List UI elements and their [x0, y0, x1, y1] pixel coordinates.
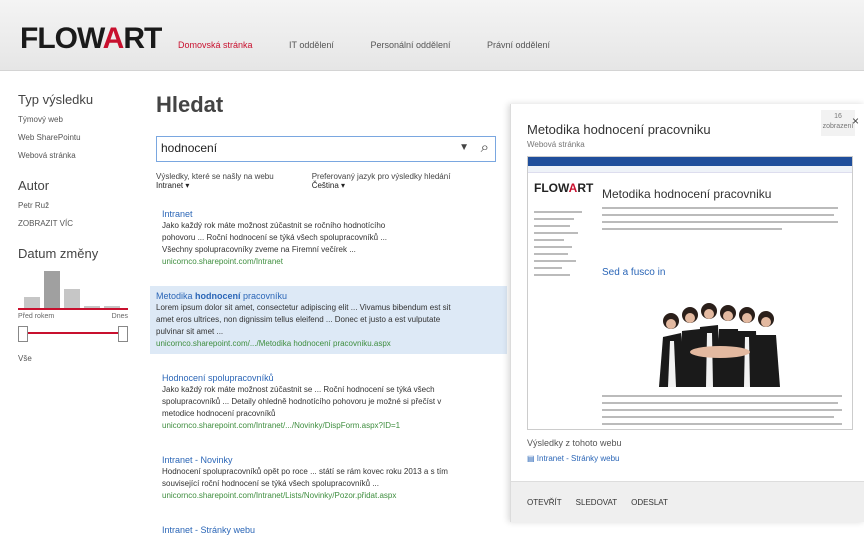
result-title-part: Metodika — [156, 291, 196, 301]
result-desc: metodice hodnocení pracovníků — [162, 409, 276, 418]
result-title-highlight: hodnocení — [195, 291, 241, 301]
histogram-bar — [44, 271, 60, 309]
page-thumbnail[interactable]: FLOWART Metodika hodnocení pracovniku Se… — [527, 156, 853, 430]
refiner-type-item[interactable]: Webová stránka — [18, 151, 138, 160]
page-title: Hledat — [156, 92, 224, 117]
nav-hr[interactable]: Personální oddělení — [370, 40, 450, 50]
nav-it[interactable]: IT oddělení — [289, 40, 334, 50]
search-input[interactable] — [157, 137, 455, 159]
preview-subtitle: Webová stránka — [527, 140, 585, 149]
thumb-text — [602, 395, 842, 429]
views-label: zobrazení — [822, 123, 854, 130]
thumb-title: Metodika hodnocení pracovniku — [602, 187, 772, 201]
top-bar: FLOWART Domovská stránka IT oddělení Per… — [0, 0, 864, 71]
page-icon: ▤ — [527, 454, 535, 463]
slider-handle-right[interactable] — [118, 326, 128, 342]
views-count: 16 — [834, 113, 842, 120]
result-desc: Jako každý rok máte možnost zúčastnit se… — [162, 221, 386, 230]
result-item[interactable]: Intranet - Novinky Hodnocení spolupracov… — [156, 450, 501, 506]
hover-preview-panel: Metodika hodnocení pracovniku Webová str… — [510, 104, 864, 522]
result-url: unicornco.sharepoint.com/Intranet/Lists/… — [162, 491, 397, 500]
logo[interactable]: FLOWART — [20, 22, 162, 56]
send-button[interactable]: ODESLAT — [631, 498, 668, 507]
thumb-text — [602, 207, 838, 235]
team-photo — [656, 297, 786, 387]
slider-track — [22, 332, 124, 334]
result-url: unicornco.sharepoint.com/.../Metodika ho… — [156, 339, 391, 348]
date-to-label: Dnes — [111, 313, 128, 320]
date-all-label[interactable]: Vše — [18, 354, 138, 363]
nav-legal[interactable]: Právní oddělení — [487, 40, 550, 50]
result-desc: Všechny spolupracovníky zveme na Firemní… — [162, 245, 356, 254]
refiner-type-item[interactable]: Web SharePointu — [18, 133, 138, 142]
result-url: unicornco.sharepoint.com/Intranet/.../No… — [162, 421, 401, 430]
thumb-ribbon — [528, 166, 852, 173]
logo-accent: A — [102, 22, 125, 55]
thumb-suite-bar — [528, 157, 852, 166]
related-link[interactable]: ▤ Intranet - Stránky webu — [527, 454, 620, 463]
result-title[interactable]: Metodika hodnocení pracovníku — [156, 290, 501, 302]
thumb-logo-end: RT — [577, 181, 594, 195]
scope-row: Výsledky, které se našly na webu Intrane… — [156, 172, 501, 190]
related-heading: Výsledky z tohoto webu — [527, 438, 622, 448]
refiner-type-heading: Typ výsledku — [18, 92, 94, 107]
scope-filter[interactable]: Výsledky, které se našly na webu Intrane… — [156, 172, 274, 190]
language-label: Preferovaný jazyk pro výsledky hledání — [311, 172, 451, 181]
views-badge: 16 zobrazení — [821, 110, 855, 136]
related-link-label: Intranet - Stránky webu — [536, 454, 620, 463]
close-icon[interactable]: × — [852, 114, 859, 128]
top-nav: Domovská stránka IT oddělení Personální … — [178, 40, 584, 50]
result-desc: spolupracovníků ... Detaily ohledně hodn… — [162, 397, 442, 406]
preview-actions: OTEVŘÍT SLEDOVAT ODESLAT — [511, 481, 864, 522]
search-main: Hledat ▼ ⌕ Výsledky, které se našly na w… — [150, 92, 507, 540]
result-item[interactable]: Intranet - Stránky webu — [156, 520, 501, 540]
result-item-selected[interactable]: Metodika hodnocení pracovníku Lorem ipsu… — [150, 286, 507, 354]
result-desc: pohovoru ... Roční hodnocení se týká vše… — [162, 233, 388, 242]
nav-home[interactable]: Domovská stránka — [178, 40, 253, 50]
result-title[interactable]: Intranet - Novinky — [162, 454, 495, 466]
thumb-logo: FLOWART — [534, 181, 593, 195]
date-histogram — [18, 269, 128, 310]
result-url: unicornco.sharepoint.com/Intranet — [162, 257, 283, 266]
slider-handle-left[interactable] — [18, 326, 28, 342]
chevron-down-icon[interactable]: ▼ — [459, 142, 469, 153]
thumb-sidebar — [534, 211, 586, 281]
histogram-bar — [64, 289, 80, 309]
thumb-link: Sed a fusco in — [602, 267, 666, 278]
result-title[interactable]: Hodnocení spolupracovníků — [162, 372, 495, 384]
scope-label: Výsledky, které se našly na webu — [156, 172, 274, 181]
result-item[interactable]: Intranet Jako každý rok máte možnost zúč… — [156, 204, 501, 272]
refiner-author-item[interactable]: Petr Ruž — [18, 201, 138, 210]
refiner-author-heading: Autor — [18, 178, 50, 193]
result-desc: Hodnocení spolupracovníků opět po roce .… — [162, 467, 448, 476]
result-desc: související roční hodnocení se týká všec… — [162, 479, 380, 488]
preview-title: Metodika hodnocení pracovniku — [527, 122, 711, 137]
language-value: Čeština — [311, 181, 339, 190]
result-title[interactable]: Intranet — [162, 208, 495, 220]
follow-button[interactable]: SLEDOVAT — [576, 498, 618, 507]
logo-end: RT — [123, 22, 162, 55]
search-box: ▼ ⌕ — [156, 136, 496, 162]
logo-main: FLOW — [20, 22, 104, 55]
open-button[interactable]: OTEVŘÍT — [527, 498, 562, 507]
refiner-date-heading: Datum změny — [18, 246, 99, 261]
date-slider[interactable] — [18, 326, 128, 342]
refiners-panel: Typ výsledku Týmový web Web SharePointu … — [18, 92, 138, 363]
histogram-range — [18, 308, 128, 310]
refiner-type-item[interactable]: Týmový web — [18, 115, 138, 124]
date-from-label: Před rokem — [18, 313, 55, 320]
scope-value: Intranet — [156, 181, 184, 190]
show-more-link[interactable]: ZOBRAZIT VÍC — [18, 219, 138, 228]
result-desc: amet eros ultrices, non dignissim tellus… — [156, 315, 441, 324]
language-filter[interactable]: Preferovaný jazyk pro výsledky hledání Č… — [312, 172, 451, 190]
result-desc: pulvinar sit amet ... — [156, 327, 224, 336]
result-title-part: pracovníku — [240, 291, 288, 301]
search-icon[interactable]: ⌕ — [481, 139, 489, 156]
result-desc: Lorem ipsum dolor sit amet, consectetur … — [156, 303, 451, 312]
result-title[interactable]: Intranet - Stránky webu — [162, 524, 495, 536]
thumb-logo-main: FLOW — [534, 181, 569, 195]
result-item[interactable]: Hodnocení spolupracovníků Jako každý rok… — [156, 368, 501, 436]
result-desc: Jako každý rok máte možnost zúčastnit se… — [162, 385, 435, 394]
